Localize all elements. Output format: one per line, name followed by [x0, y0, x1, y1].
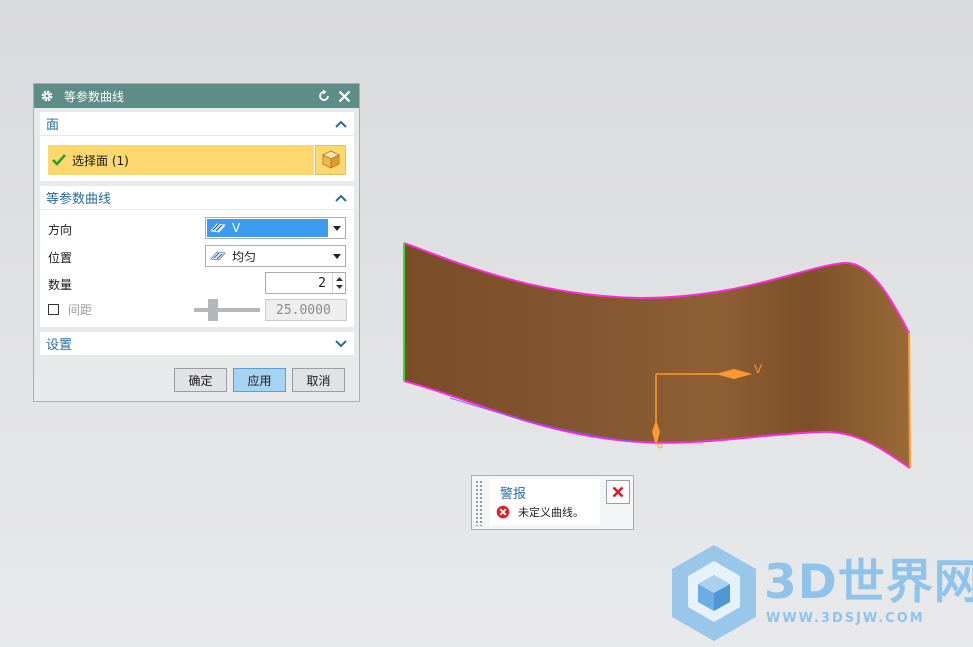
- dropdown-arrow-icon[interactable]: [329, 246, 345, 266]
- v-direction-icon: [210, 222, 226, 234]
- watermark-brand: 3D世界网: [764, 555, 973, 610]
- position-label: 位置: [48, 250, 73, 265]
- direction-dropdown[interactable]: V: [205, 217, 346, 239]
- alert-body: 警报 未定义曲线。: [490, 479, 600, 525]
- chevron-down-icon[interactable]: [334, 337, 348, 351]
- error-icon: [496, 505, 510, 519]
- alert-message-row: 未定义曲线。: [496, 504, 584, 520]
- face-section: 面 选择面 (1): [40, 112, 354, 181]
- alert-title: 警报: [500, 487, 527, 502]
- spinner-arrows-icon[interactable]: [332, 273, 345, 293]
- ok-button[interactable]: 确定: [174, 368, 227, 392]
- dialog-title-bar[interactable]: 等参数曲线: [34, 84, 359, 108]
- gear-icon[interactable]: [40, 88, 56, 104]
- v-axis-label: V: [754, 362, 762, 376]
- alert-message: 未定义曲线。: [518, 506, 584, 519]
- position-dropdown[interactable]: 均匀: [205, 245, 346, 267]
- spacing-input[interactable]: 25.0000: [265, 299, 347, 321]
- direction-row: 方向: [48, 218, 72, 240]
- chevron-up-icon[interactable]: [334, 117, 348, 131]
- iso-curve-section: 等参数曲线 方向 V 位置 均匀 数量 2 间距 25.0000: [40, 186, 354, 327]
- position-row: 位置: [48, 246, 72, 268]
- direction-label: 方向: [48, 222, 73, 237]
- spacing-controls: 25.0000: [40, 292, 354, 327]
- spacing-slider-thumb[interactable]: [208, 299, 218, 321]
- count-value[interactable]: 2: [266, 276, 332, 291]
- face-selection-button[interactable]: [315, 145, 346, 175]
- iso-curve-section-header[interactable]: 等参数曲线: [40, 186, 354, 210]
- dropdown-arrow-icon[interactable]: [329, 218, 345, 238]
- count-spinner[interactable]: 2: [265, 272, 346, 294]
- face-section-header[interactable]: 面: [40, 112, 354, 136]
- cube-icon: [321, 149, 341, 172]
- watermark-url: WWW.3DSJW.COM: [766, 611, 925, 626]
- watermark-logo-icon: [672, 545, 756, 641]
- select-face-row[interactable]: 选择面 (1): [48, 145, 314, 175]
- cancel-button[interactable]: 取消: [292, 368, 345, 392]
- close-icon: [612, 486, 624, 498]
- chevron-up-icon[interactable]: [334, 191, 348, 205]
- surface-right-edge: [908, 332, 911, 469]
- spacing-slider-track[interactable]: [194, 308, 260, 312]
- dialog-title: 等参数曲线: [64, 89, 125, 104]
- apply-button[interactable]: 应用: [233, 368, 286, 392]
- settings-section: 设置: [40, 332, 354, 355]
- settings-section-header[interactable]: 设置: [40, 332, 354, 355]
- uniform-icon: [210, 250, 226, 262]
- drag-grip-icon[interactable]: [475, 480, 483, 526]
- watermark: 3D世界网 WWW.3DSJW.COM: [668, 543, 973, 647]
- alert-popup: 警报 未定义曲线。: [471, 475, 634, 530]
- alert-close-button[interactable]: [606, 480, 630, 504]
- close-icon[interactable]: [335, 87, 353, 105]
- iso-curve-dialog: 等参数曲线 面 选择面 (1) 等参数曲线 方向 V 位置 均匀 数量 2 间距…: [33, 83, 360, 402]
- count-label: 数量: [48, 277, 73, 292]
- position-value: 均匀: [232, 249, 257, 264]
- check-icon: [52, 152, 68, 168]
- reset-icon[interactable]: [315, 87, 333, 105]
- select-face-label: 选择面 (1): [72, 153, 129, 168]
- direction-value: V: [232, 221, 241, 235]
